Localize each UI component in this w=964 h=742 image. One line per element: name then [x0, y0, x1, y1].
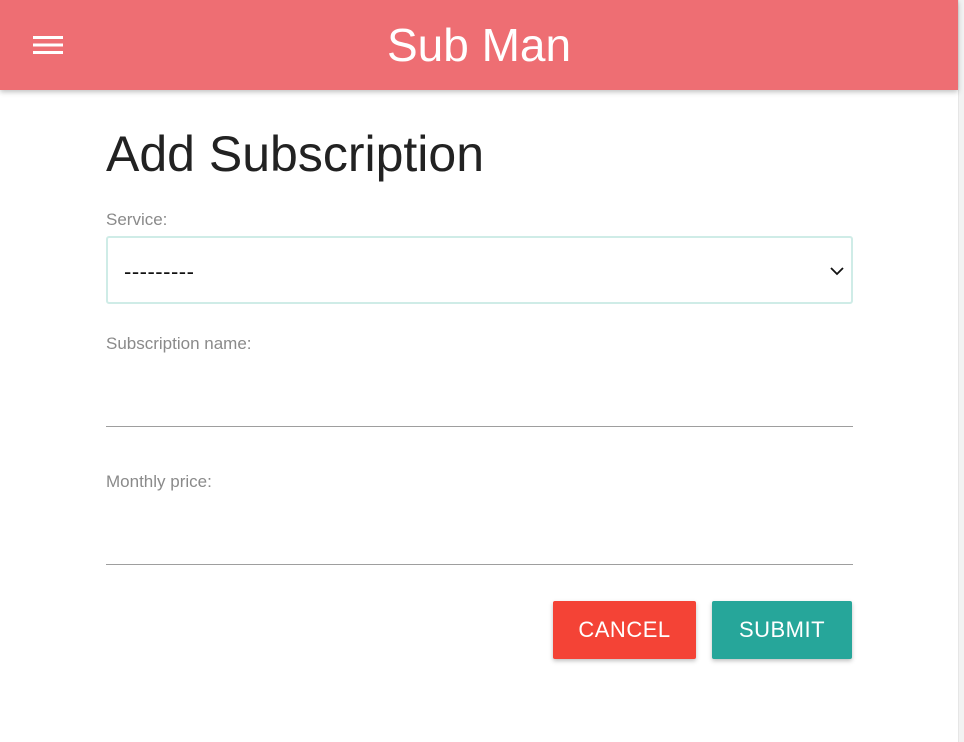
- cancel-button[interactable]: CANCEL: [553, 601, 696, 659]
- subscription-name-field[interactable]: [106, 387, 853, 427]
- service-label: Service:: [106, 210, 168, 229]
- chevron-down-icon: [829, 264, 845, 276]
- service-select-value: ---------: [124, 259, 195, 284]
- submit-button[interactable]: SUBMIT: [712, 601, 852, 659]
- page-title: Add Subscription: [106, 126, 485, 182]
- scrollbar-track[interactable]: [958, 0, 964, 742]
- subscription-name-label: Subscription name:: [106, 334, 252, 353]
- monthly-price-label: Monthly price:: [106, 472, 212, 491]
- service-select[interactable]: ---------: [106, 236, 853, 304]
- monthly-price-field[interactable]: [106, 525, 853, 565]
- page: Sub Man Add Subscription Service: ------…: [0, 0, 964, 742]
- navbar: Sub Man: [0, 0, 958, 90]
- brand-logo[interactable]: Sub Man: [0, 16, 958, 74]
